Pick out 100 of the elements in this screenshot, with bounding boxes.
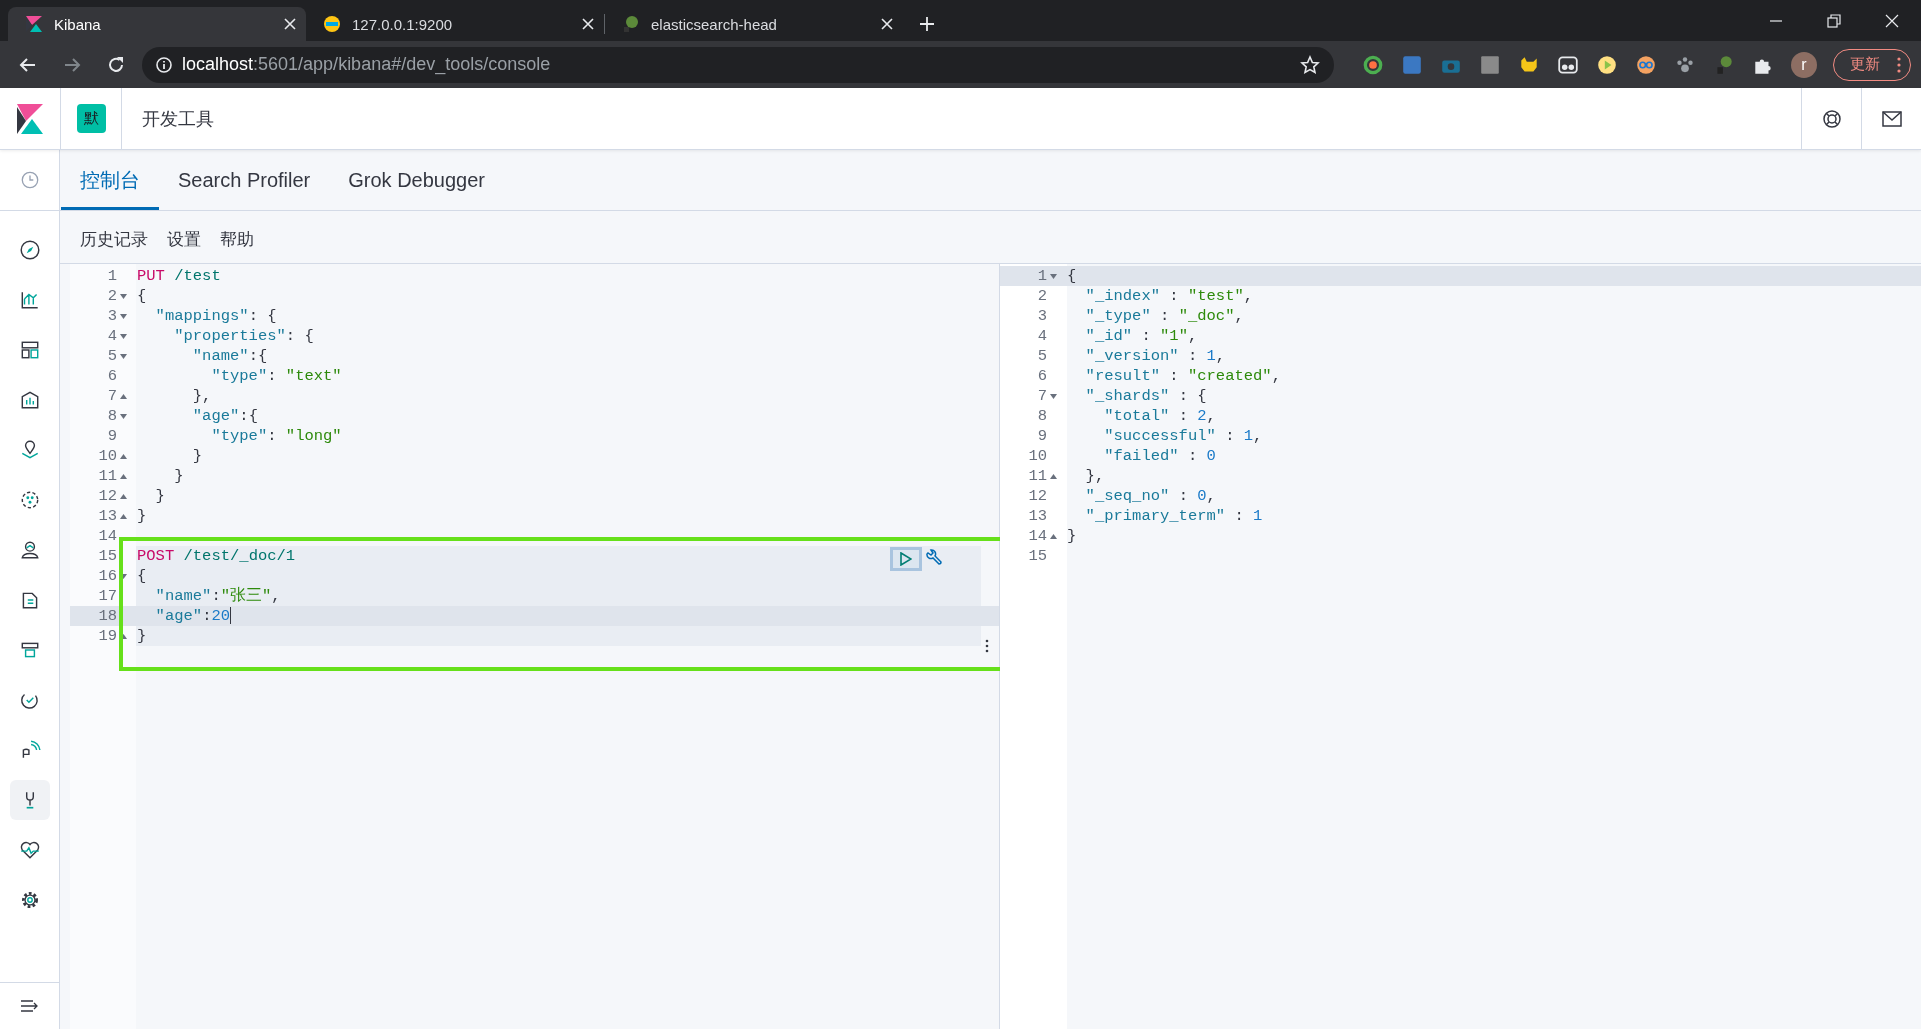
coin-icon (322, 14, 342, 34)
fold-arrow-icon[interactable] (120, 293, 127, 299)
run-button[interactable] (890, 547, 922, 571)
code-line: "_id" : "1", (1084, 327, 1198, 345)
browser-tab[interactable]: elasticsearch-head (605, 7, 903, 41)
unfold-arrow-icon[interactable] (120, 393, 127, 399)
close-icon[interactable] (1885, 13, 1899, 28)
collapse-menu-icon[interactable] (19, 998, 40, 1014)
code-line: } (191, 447, 203, 465)
code-line: "mappings": { (154, 307, 277, 325)
sync-icon[interactable] (1362, 53, 1384, 76)
info-icon[interactable] (156, 56, 172, 73)
line-number: 13 (1028, 507, 1047, 525)
heart-pulse-icon[interactable] (18, 839, 41, 861)
code-line: } (173, 467, 184, 485)
new-tab-icon[interactable] (919, 16, 935, 32)
fold-arrow-icon[interactable] (120, 573, 127, 579)
tab[interactable]: Search Profiler (159, 150, 330, 210)
space-avatar[interactable]: 默 (76, 104, 106, 133)
fold-arrow-icon[interactable] (120, 413, 127, 419)
unfold-arrow-icon[interactable] (120, 453, 127, 459)
fold-arrow-icon[interactable] (120, 333, 127, 339)
line-number: 8 (1037, 407, 1047, 425)
close-icon[interactable] (881, 18, 893, 30)
code-line: "failed" : 0 (1103, 447, 1216, 465)
reload-icon[interactable] (106, 54, 126, 75)
line-number: 16 (98, 567, 117, 585)
code-line: } (137, 507, 147, 525)
unfold-arrow-icon[interactable] (120, 493, 127, 499)
fold-arrow-icon[interactable] (120, 353, 127, 359)
line-number: 10 (1028, 447, 1047, 465)
code-line: "name":"张三", (154, 587, 281, 605)
line-number: 8 (107, 407, 117, 425)
fold-arrow-icon[interactable] (1050, 393, 1057, 399)
tab[interactable]: Grok Debugger (329, 150, 505, 210)
code-line: } (1067, 527, 1077, 545)
toolbar-link[interactable]: 帮助 (220, 227, 254, 251)
more-icon[interactable] (1897, 56, 1901, 73)
line-number: 3 (1037, 307, 1047, 325)
unfold-arrow-icon[interactable] (120, 633, 127, 639)
line-number: 2 (1037, 287, 1047, 305)
line-number: 6 (107, 367, 117, 385)
line-number: 1 (1037, 267, 1047, 285)
unfold-arrow-icon[interactable] (1050, 473, 1057, 479)
close-icon[interactable] (582, 18, 594, 30)
code-line: PUT /test (137, 267, 221, 285)
toolbar-link[interactable]: 历史记录 (80, 227, 148, 251)
line-number: 4 (1037, 327, 1047, 345)
line-number: 17 (98, 587, 117, 605)
line-number: 14 (1028, 527, 1047, 545)
line-number: 2 (107, 287, 117, 305)
code-line: }, (1084, 467, 1105, 485)
line-number: 15 (1028, 547, 1047, 565)
code-line: "_seq_no" : 0, (1084, 487, 1216, 505)
square-icon[interactable] (1401, 53, 1423, 76)
fold-arrow-icon[interactable] (1050, 273, 1057, 279)
face-icon[interactable] (1635, 53, 1657, 76)
address-bar[interactable]: localhost:5601/app/kibana#/dev_tools/console (142, 46, 1334, 83)
play-icon (900, 552, 912, 566)
code-line: }, (191, 387, 212, 405)
toolbar-link[interactable]: 设置 (167, 227, 201, 251)
restore-icon[interactable] (1827, 13, 1841, 28)
close-icon[interactable] (284, 18, 296, 30)
help-icon[interactable] (1821, 108, 1842, 129)
compass-icon[interactable] (18, 239, 41, 261)
browser-tab[interactable]: 127.0.0.1:9200 (306, 7, 604, 41)
tab[interactable]: 控制台 (61, 150, 159, 210)
play-icon[interactable] (1596, 53, 1618, 76)
line-number: 12 (1028, 487, 1047, 505)
line-number: 6 (1037, 367, 1047, 385)
unfold-arrow-icon[interactable] (120, 513, 127, 519)
browser-tab[interactable]: Kibana (8, 7, 306, 41)
line-number: 18 (98, 607, 117, 625)
code-line: { (137, 567, 147, 585)
line-number: 1 (107, 267, 117, 285)
unfold-arrow-icon[interactable] (1050, 533, 1057, 539)
breadcrumb: 开发工具 (142, 107, 214, 131)
line-number: 5 (1037, 347, 1047, 365)
code-line: } (137, 627, 147, 645)
profile-avatar[interactable]: r (1791, 51, 1817, 78)
code-line: "_type" : "_doc", (1084, 307, 1244, 325)
line-number: 14 (98, 527, 117, 545)
line-number: 11 (1028, 467, 1047, 485)
unfold-arrow-icon[interactable] (120, 473, 127, 479)
code-line: "_primary_term" : 1 (1084, 507, 1263, 525)
star-icon[interactable] (1300, 54, 1320, 75)
glasses-icon[interactable] (1557, 53, 1579, 76)
code-line: "type": "text" (210, 367, 342, 385)
line-number: 15 (98, 547, 117, 565)
line-number: 3 (107, 307, 117, 325)
square-icon[interactable] (1479, 53, 1501, 76)
mail-icon[interactable] (1881, 110, 1902, 127)
line-number: 11 (98, 467, 117, 485)
url-text: localhost:5601/app/kibana#/dev_tools/console (182, 54, 551, 75)
code-line: "total" : 2, (1103, 407, 1216, 425)
kibana-logo-icon[interactable] (17, 103, 43, 134)
code-line: "result" : "created", (1084, 367, 1281, 385)
fold-arrow-icon[interactable] (120, 313, 127, 319)
code-line: { (137, 287, 147, 305)
more-icon[interactable] (985, 639, 989, 653)
